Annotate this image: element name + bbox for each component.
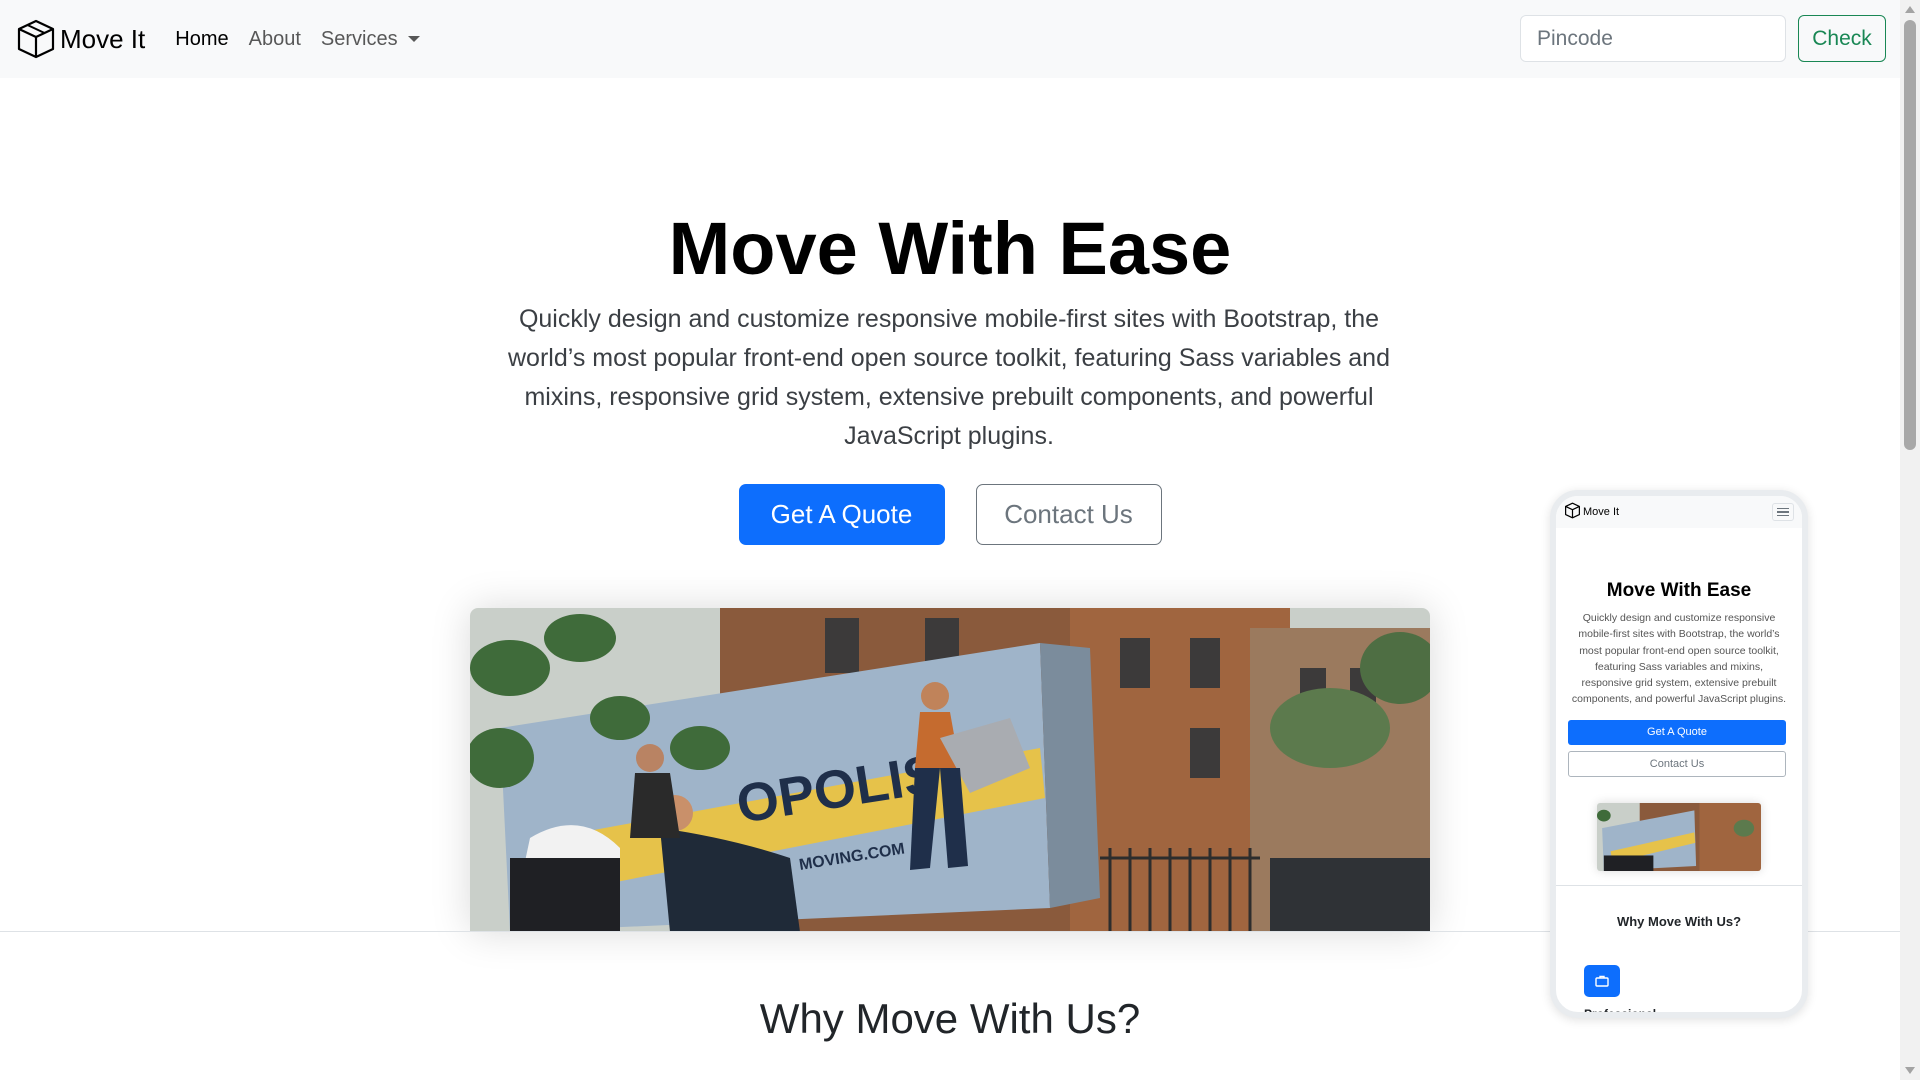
mobile-brand-name: Move It [1583,506,1620,518]
scroll-down-icon[interactable] [1905,1067,1915,1074]
mobile-navbar: Move It [1556,496,1802,528]
nav-services-dropdown[interactable]: Services [321,28,420,51]
mobile-get-quote-button[interactable]: Get A Quote [1568,719,1786,745]
check-button[interactable]: Check [1798,15,1886,62]
contact-us-button[interactable]: Contact Us [975,484,1162,545]
nav-about[interactable]: About [249,28,301,51]
mobile-hero-image [1597,802,1761,871]
hero-lead: Quickly design and customize responsive … [508,305,1390,450]
mobile-why-title: Why Move With Us? [1616,913,1742,929]
mobile-divider [1556,884,1802,886]
box-icon [1564,502,1581,522]
brand[interactable]: Move It [14,17,145,61]
navbar: Move It Home About Services Check [0,0,1900,78]
mobile-brand[interactable]: Move It [1564,502,1619,522]
chevron-down-icon [407,36,420,42]
mobile-hero-lead: Quickly design and customize responsive … [1571,612,1787,706]
page-scrollbar[interactable] [1900,0,1920,1080]
mobile-hero-title: Move With Ease [1606,580,1752,601]
nav-services-label: Services [320,27,398,50]
nav-home[interactable]: Home [175,28,228,51]
mobile-preview: Move It Move With Ease Quickly design an… [1550,490,1808,1018]
mobile-contact-us-button[interactable]: Contact Us [1568,750,1786,777]
scroll-up-icon[interactable] [1905,6,1915,13]
hamburger-icon[interactable] [1772,503,1794,521]
nav-links: Home About Services [175,28,420,51]
get-quote-button[interactable]: Get A Quote [738,484,945,545]
page: Move It Home About Services Check Move W… [0,0,1920,1080]
briefcase-icon [1584,964,1620,997]
scrollbar-thumb[interactable] [1904,20,1916,450]
hero-title: Move With Ease [668,207,1232,290]
brand-name: Move It [60,23,146,54]
pincode-form: Check [1520,15,1886,62]
hero-image: OPOLIS MOVING.COM [470,608,1430,932]
pincode-input[interactable] [1520,15,1786,62]
mobile-feature-label: Professional [1584,1006,1657,1018]
box-icon [14,17,58,61]
